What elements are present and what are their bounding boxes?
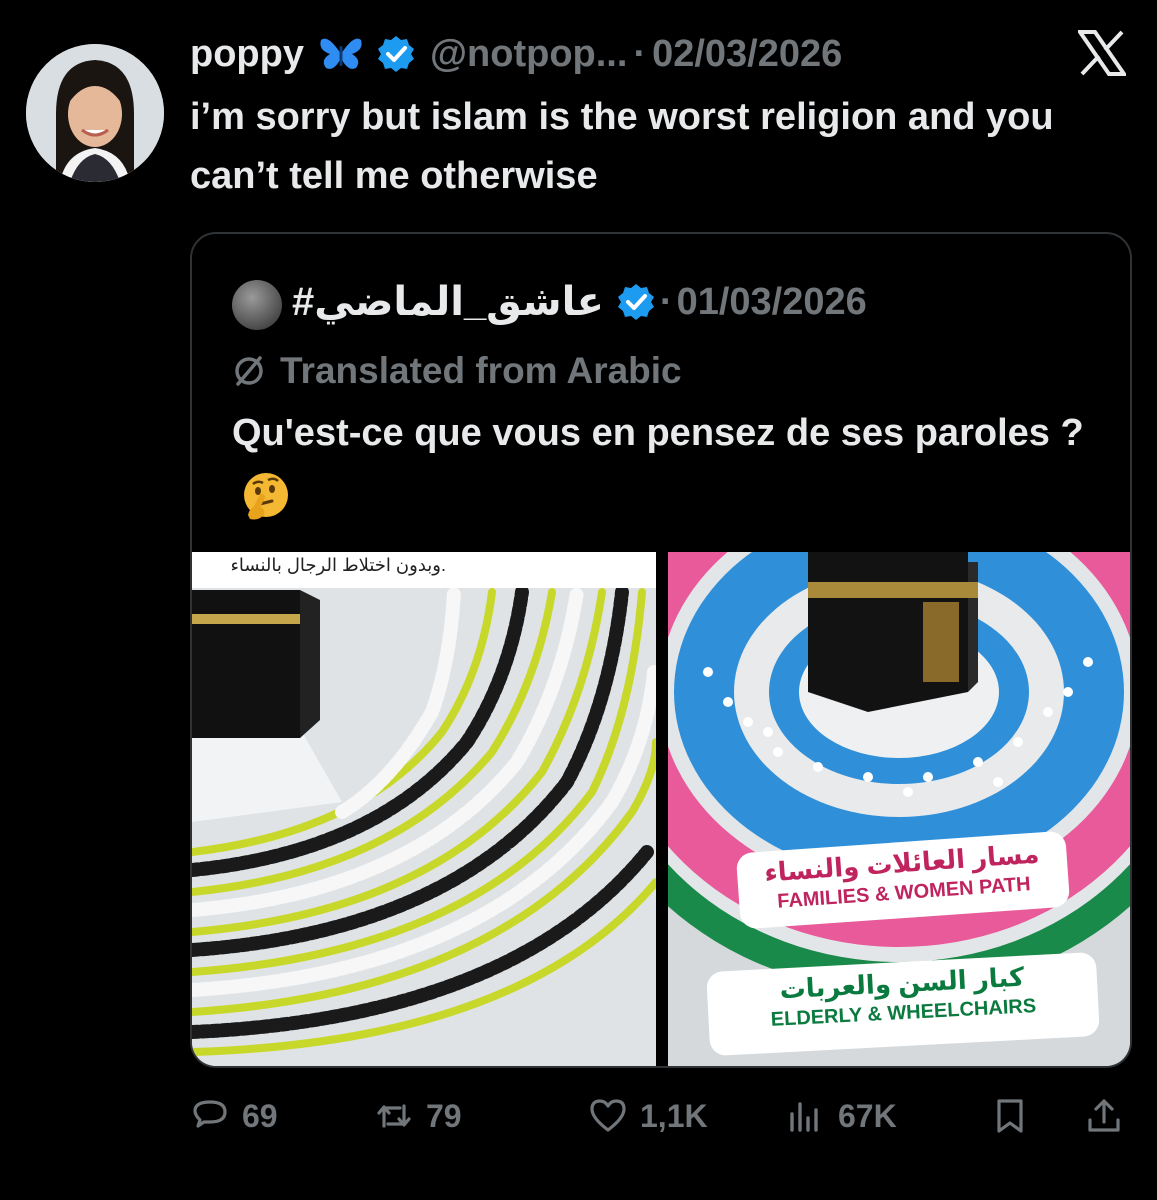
butterfly-icon xyxy=(320,38,362,69)
like-count: 1,1K xyxy=(640,1097,708,1134)
reply-button[interactable]: 69 xyxy=(190,1088,278,1144)
views-icon xyxy=(790,1102,818,1132)
reply-icon xyxy=(193,1100,227,1128)
author-name[interactable]: poppy xyxy=(190,33,304,76)
reply-count: 69 xyxy=(242,1097,278,1134)
tweet-date[interactable]: 02/03/2026 xyxy=(652,33,842,76)
thinking-face-icon xyxy=(244,472,288,520)
tweet-text: i’m sorry but islam is the worst religio… xyxy=(190,96,1054,197)
like-icon xyxy=(590,1099,626,1132)
media-caption: وبدون اختلاط الرجال بالنساء. xyxy=(192,552,656,588)
verified-badge-icon xyxy=(617,284,654,320)
repost-icon xyxy=(377,1104,411,1128)
author-handle[interactable]: @notpop... xyxy=(430,33,627,76)
share-button[interactable] xyxy=(1084,1088,1124,1144)
quote-author-avatar[interactable] xyxy=(232,280,282,330)
translate-icon xyxy=(235,356,263,386)
repost-button[interactable]: 79 xyxy=(374,1088,462,1144)
quote-text-body: Qu'est-ce que vous en pensez de ses paro… xyxy=(232,412,1084,454)
separator-dot: · xyxy=(633,32,647,75)
views-button[interactable]: 67K xyxy=(786,1088,897,1144)
media-image-right[interactable]: مسار العائلات والنساء FAMILIES & WOMEN P… xyxy=(668,552,1130,1066)
repost-count: 79 xyxy=(426,1097,462,1134)
share-icon xyxy=(1088,1099,1120,1132)
separator-dot: · xyxy=(659,280,673,323)
views-count: 67K xyxy=(838,1097,897,1134)
bookmark-icon xyxy=(997,1099,1023,1133)
translated-notice[interactable]: Translated from Arabic xyxy=(232,346,682,396)
like-button[interactable]: 1,1K xyxy=(588,1088,708,1144)
translated-label: Translated from Arabic xyxy=(280,350,682,391)
quote-text: Qu'est-ce que vous en pensez de ses paro… xyxy=(232,402,1102,526)
quote-date[interactable]: 01/03/2026 xyxy=(677,281,867,324)
quote-author-name[interactable]: #عاشق_الماضي xyxy=(292,279,604,325)
x-logo-icon[interactable] xyxy=(1078,30,1126,76)
mosque-crowd-illustration xyxy=(192,552,656,1066)
bookmark-button[interactable] xyxy=(990,1088,1030,1144)
quote-header: #عاشق_الماضي · 01/03/2026 xyxy=(292,272,867,332)
quoted-tweet[interactable]: #عاشق_الماضي · 01/03/2026 Translated fro… xyxy=(190,232,1132,1068)
tweet-header: poppy @notpop... · 02/03/2026 xyxy=(190,26,1130,82)
verified-badge-icon xyxy=(377,36,414,72)
media-image-left[interactable]: وبدون اختلاط الرجال بالنساء. xyxy=(192,552,656,1066)
action-bar: 69 79 1,1K 67K xyxy=(190,1088,1130,1144)
author-avatar[interactable] xyxy=(26,44,164,182)
